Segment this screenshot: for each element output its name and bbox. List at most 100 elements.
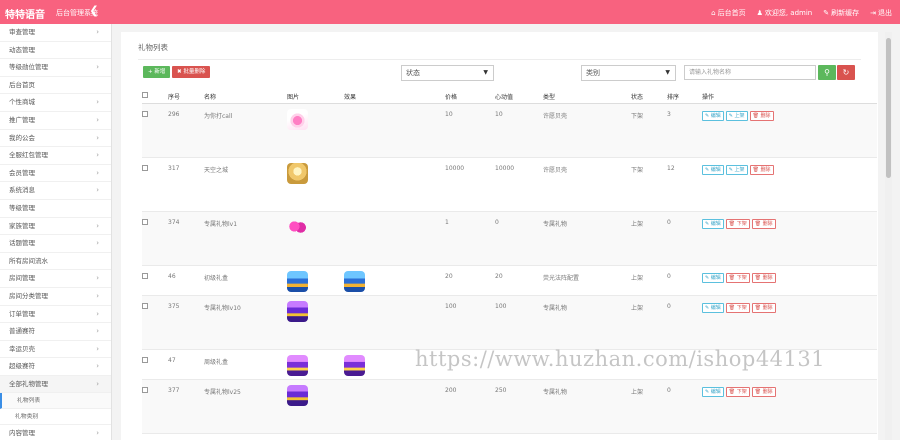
sidebar-item[interactable]: 系统消息 › <box>0 182 111 200</box>
list-button[interactable]: ✎ 上架 <box>725 164 748 175</box>
sidebar-item[interactable]: 超级赛符 › <box>0 358 111 376</box>
sidebar-item[interactable]: 动态管理 <box>0 42 111 60</box>
unlist-button[interactable]: 🗑 下架 <box>725 272 750 283</box>
cell-image <box>287 349 344 380</box>
row-checkbox-cell[interactable] <box>142 211 168 266</box>
cell-sort: 3 <box>667 103 702 158</box>
row-checkbox-cell[interactable] <box>142 379 168 434</box>
sidebar-item[interactable]: 普通赛符 › <box>0 323 111 341</box>
row-checkbox[interactable] <box>142 356 148 363</box>
select-all-checkbox-cell[interactable] <box>142 90 168 104</box>
search-button[interactable]: ⚲ <box>818 65 836 80</box>
batch-delete-button[interactable]: ✖ 批量删除 <box>172 66 211 78</box>
unlist-button[interactable]: 🗑 下架 <box>725 218 750 229</box>
chevron-right-icon: › <box>96 274 99 283</box>
scrollbar[interactable] <box>885 32 892 440</box>
sidebar-item[interactable]: 房间分类管理 › <box>0 288 111 306</box>
sidebar-item[interactable]: 订单管理 › <box>0 306 111 324</box>
row-checkbox[interactable] <box>142 386 148 393</box>
edit-button[interactable]: ✎ 编辑 <box>702 272 724 283</box>
table-row: 296 为你打call 10 10 许愿贝壳 下架 3 ✎ 编辑 ✎ 上架 🗑 删除 <box>142 103 877 158</box>
cell-type: 荧光法阵配置 <box>543 265 631 296</box>
cell-id: 47 <box>168 349 204 380</box>
sidebar-item[interactable]: 我的公会 › <box>0 130 111 148</box>
sidebar-item-label: 所有房间流水 <box>9 256 48 265</box>
row-checkbox-cell[interactable] <box>142 157 168 212</box>
sidebar-item[interactable]: 房间管理 › <box>0 270 111 288</box>
delete-button[interactable]: 🗑 删除 <box>749 164 774 175</box>
cell-price: 20 <box>445 265 495 296</box>
sidebar-item[interactable]: 全服红包管理 › <box>0 147 111 165</box>
list-button[interactable]: ✎ 上架 <box>725 110 748 121</box>
sidebar-subitem[interactable]: 礼物列表 <box>0 393 111 410</box>
search-input[interactable]: 请输入礼物名称 <box>684 65 816 80</box>
select-all-checkbox[interactable] <box>142 92 148 99</box>
table-row: 317 天空之城 10000 10000 许愿贝壳 下架 12 ✎ 编辑 ✎ 上架 🗑 删除 <box>142 157 877 212</box>
row-checkbox[interactable] <box>142 302 148 309</box>
cell-effect <box>344 295 445 350</box>
sidebar-item-label: 我的公会 <box>9 133 35 142</box>
cell-id: 377 <box>168 379 204 434</box>
cell-name: 专属礼物lv1 <box>204 211 287 266</box>
sidebar-item[interactable]: 推广管理 › <box>0 112 111 130</box>
top-nav-link[interactable]: ♟ 欢迎您, admin <box>757 8 813 18</box>
status-select[interactable]: 状态 ▼ <box>401 65 494 81</box>
sidebar-toggle-icon[interactable]: ❮ <box>88 4 100 17</box>
refresh-button[interactable]: ↻ <box>837 65 855 80</box>
delete-button[interactable]: 🗑 删除 <box>751 386 776 397</box>
category-select[interactable]: 类别 ▼ <box>581 65 676 81</box>
edit-button[interactable]: ✎ 编辑 <box>702 218 724 229</box>
add-button[interactable]: + 新增 <box>143 66 171 78</box>
delete-button[interactable]: 🗑 删除 <box>751 218 776 229</box>
sidebar-item-label: 动态管理 <box>9 45 35 54</box>
cell-sort: 0 <box>667 265 702 296</box>
cell-heart-value: 250 <box>495 379 543 434</box>
unlist-button[interactable]: 🗑 下架 <box>725 386 750 397</box>
edit-button[interactable]: ✎ 编辑 <box>702 110 724 121</box>
sidebar-item[interactable]: 所有房间流水 <box>0 253 111 271</box>
cell-heart-value: 10000 <box>495 157 543 212</box>
edit-button[interactable]: ✎ 编辑 <box>702 386 724 397</box>
cell-type: 许愿贝壳 <box>543 157 631 212</box>
sidebar-item[interactable]: 话题管理 › <box>0 235 111 253</box>
row-checkbox-cell[interactable] <box>142 295 168 350</box>
sidebar-item[interactable]: 幸运贝壳 › <box>0 341 111 359</box>
cell-actions: ✎ 编辑 🗑 下架 🗑 删除 <box>702 211 877 266</box>
sidebar-item[interactable]: 后台首页 <box>0 77 111 95</box>
sidebar-item-label: 后台首页 <box>9 80 35 89</box>
scrollbar-thumb[interactable] <box>886 38 891 178</box>
row-checkbox-cell[interactable] <box>142 265 168 296</box>
column-header: 状态 <box>631 90 667 104</box>
row-checkbox[interactable] <box>142 110 148 117</box>
delete-button[interactable]: 🗑 删除 <box>751 272 776 283</box>
sidebar-item[interactable]: 内容管理 › <box>0 425 111 440</box>
sidebar-item[interactable]: 审查管理 › <box>0 24 111 42</box>
divider <box>138 59 861 60</box>
delete-button[interactable]: 🗑 删除 <box>749 110 774 121</box>
edit-button[interactable]: ✎ 编辑 <box>702 164 724 175</box>
sidebar-item-label: 话题管理 <box>9 239 35 248</box>
sidebar-item[interactable]: 个性商城 › <box>0 94 111 112</box>
unlist-button[interactable]: 🗑 下架 <box>725 302 750 313</box>
top-nav-link[interactable]: ⌂ 后台首页 <box>711 8 745 18</box>
sidebar-item[interactable]: 全部礼物管理 › <box>0 375 111 394</box>
row-checkbox[interactable] <box>142 272 148 279</box>
sidebar-item-label: 全服红包管理 <box>9 151 48 160</box>
sidebar-subitem[interactable]: 礼物类别 <box>0 409 111 426</box>
sidebar-item[interactable]: 会员管理 › <box>0 165 111 183</box>
delete-button[interactable]: 🗑 删除 <box>751 302 776 313</box>
top-nav-link[interactable]: ⇥ 退出 <box>870 8 892 18</box>
row-checkbox[interactable] <box>142 164 148 171</box>
cell-heart-value: 20 <box>495 265 543 296</box>
sidebar-item[interactable]: 等级勋位管理 › <box>0 59 111 77</box>
action-group: ✎ 编辑 ✎ 上架 🗑 删除 <box>702 164 877 175</box>
sidebar-item[interactable]: 家族管理 › <box>0 218 111 236</box>
top-nav-link[interactable]: ✎ 刷新缓存 <box>823 8 859 18</box>
edit-button[interactable]: ✎ 编辑 <box>702 302 724 313</box>
chevron-right-icon: › <box>96 63 99 72</box>
sidebar-item[interactable]: 等级管理 <box>0 200 111 218</box>
cell-id: 375 <box>168 295 204 350</box>
row-checkbox-cell[interactable] <box>142 349 168 380</box>
row-checkbox-cell[interactable] <box>142 103 168 158</box>
row-checkbox[interactable] <box>142 218 148 225</box>
